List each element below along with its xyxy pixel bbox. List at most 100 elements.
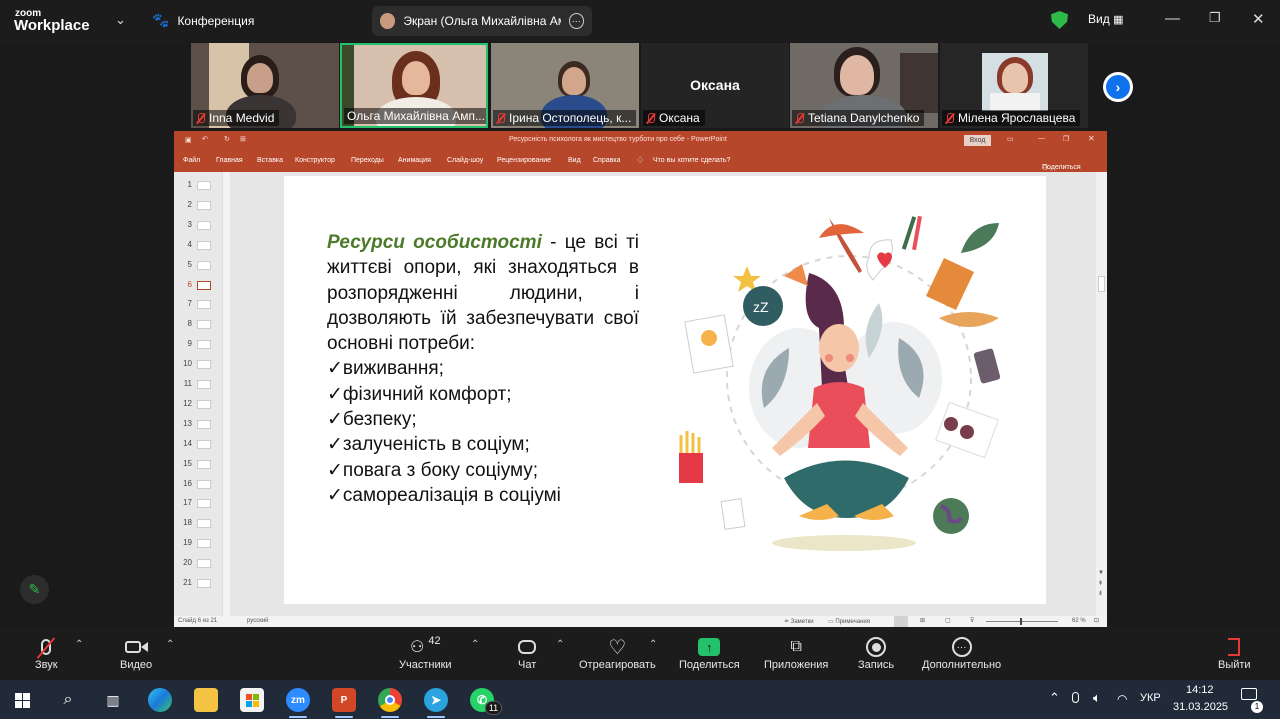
save-icon[interactable]: ▣ bbox=[185, 136, 192, 144]
share-screen-button[interactable]: ↑ Поделиться bbox=[679, 635, 740, 671]
reading-view-icon[interactable]: ▢ bbox=[945, 617, 951, 624]
normal-view-icon[interactable] bbox=[894, 616, 908, 627]
ribbon-display-icon[interactable]: ▭ bbox=[1007, 135, 1014, 143]
slide-thumbnail[interactable]: 21 bbox=[178, 578, 222, 590]
apps-button[interactable]: ⧉ Приложения bbox=[764, 635, 828, 671]
microphone-icon[interactable] bbox=[1072, 692, 1079, 703]
edge-icon[interactable] bbox=[148, 688, 172, 712]
zoom-slider-thumb[interactable] bbox=[1020, 618, 1022, 625]
screen-share-indicator[interactable]: Экран (Ольга Михайлівна Ампі ··· bbox=[372, 6, 592, 36]
notes-button[interactable]: ≐ Заметки bbox=[784, 618, 814, 625]
zoom-app-icon[interactable]: zm bbox=[286, 688, 310, 712]
slide-thumbnail[interactable]: 17 bbox=[178, 498, 222, 510]
participants-options-caret[interactable]: ⌃ bbox=[471, 639, 479, 650]
chat-button[interactable]: Чат bbox=[518, 635, 536, 671]
tab-home[interactable]: Главная bbox=[216, 157, 243, 164]
more-icon[interactable]: ··· bbox=[568, 13, 584, 29]
slide-thumbnail[interactable]: 3 bbox=[178, 220, 222, 232]
close-button[interactable]: ✕ bbox=[1252, 10, 1265, 28]
tab-insert[interactable]: Вставка bbox=[257, 157, 283, 164]
slide-thumbnail[interactable]: 20 bbox=[178, 558, 222, 570]
slide-thumbnail[interactable]: 8 bbox=[178, 319, 222, 331]
slide-thumbnail[interactable]: 1 bbox=[178, 180, 222, 192]
slide-thumbnail[interactable]: 4 bbox=[178, 240, 222, 252]
slideshow-view-icon[interactable]: ⊽ bbox=[970, 617, 974, 624]
next-slide-icon[interactable]: ⇟ bbox=[1098, 590, 1103, 597]
video-tile[interactable]: Tetiana Danylchenko bbox=[790, 43, 938, 128]
spell-check-language[interactable]: русский bbox=[247, 618, 269, 624]
view-button[interactable]: Вид ▦ bbox=[1088, 12, 1123, 26]
comments-button[interactable]: ▭ Примечания bbox=[828, 618, 870, 625]
clock-time[interactable]: 14:12 bbox=[1186, 684, 1214, 696]
shield-icon[interactable] bbox=[1051, 11, 1068, 29]
redo-icon[interactable]: ↻ bbox=[224, 135, 230, 143]
slide-thumbnail[interactable]: 10 bbox=[178, 359, 222, 371]
tab-help[interactable]: Справка bbox=[593, 157, 620, 164]
input-language[interactable]: УКР bbox=[1140, 692, 1161, 704]
slide-thumbnail[interactable]: 7 bbox=[178, 299, 222, 311]
task-view-icon[interactable]: ▥ bbox=[101, 688, 125, 712]
microsoft-store-icon[interactable] bbox=[240, 688, 264, 712]
thumbnails-scrollbar[interactable] bbox=[222, 172, 230, 616]
react-options-caret[interactable]: ⌃ bbox=[649, 639, 657, 650]
fit-slide-icon[interactable]: ⊡ bbox=[1094, 617, 1099, 624]
minimize-button[interactable]: — bbox=[1165, 10, 1180, 27]
present-icon[interactable]: ⊞ bbox=[240, 135, 246, 143]
file-explorer-icon[interactable] bbox=[194, 688, 218, 712]
slide-thumbnail[interactable]: 11 bbox=[178, 379, 222, 391]
show-hidden-icons[interactable]: ⌃ bbox=[1049, 690, 1060, 706]
scrollbar-thumb[interactable] bbox=[1098, 276, 1105, 292]
tab-animation[interactable]: Анимация bbox=[398, 157, 431, 164]
video-tile[interactable]: Inna Medvid bbox=[191, 43, 339, 128]
conference-menu[interactable]: 🐾 Конференция bbox=[152, 12, 254, 29]
ppt-minimize-button[interactable]: — bbox=[1038, 135, 1045, 142]
zoom-slider[interactable] bbox=[986, 621, 1058, 622]
leave-button[interactable]: Выйти bbox=[1218, 635, 1251, 671]
video-tile[interactable]: Ірина Остополець, к... bbox=[491, 43, 639, 128]
maximize-button[interactable]: ❐ bbox=[1209, 10, 1221, 26]
slide-thumbnail[interactable]: 15 bbox=[178, 459, 222, 471]
windows-start-icon[interactable] bbox=[10, 688, 34, 712]
tab-view[interactable]: Вид bbox=[568, 157, 581, 164]
chevron-down-icon[interactable]: ⌄ bbox=[115, 12, 126, 28]
previous-slide-icon[interactable]: ⇞ bbox=[1098, 580, 1103, 587]
network-icon[interactable]: ◠ bbox=[1117, 692, 1127, 706]
slide-thumbnail[interactable]: 9 bbox=[178, 339, 222, 351]
tab-review[interactable]: Рецензирование bbox=[497, 157, 551, 164]
login-button[interactable]: Вход bbox=[964, 135, 991, 146]
audio-options-caret[interactable]: ⌃ bbox=[75, 639, 83, 650]
search-icon[interactable]: ⌕ bbox=[56, 688, 80, 712]
ppt-maximize-button[interactable]: ❐ bbox=[1063, 135, 1069, 143]
powerpoint-app-icon[interactable]: P bbox=[332, 688, 356, 712]
slide-thumbnail[interactable]: 18 bbox=[178, 518, 222, 530]
sorter-view-icon[interactable]: ⊞ bbox=[920, 617, 925, 624]
video-button[interactable]: Видео bbox=[120, 635, 152, 671]
gallery-next-button[interactable]: › bbox=[1103, 72, 1133, 102]
zoom-level[interactable]: 62 % bbox=[1072, 618, 1086, 624]
slide-thumbnail[interactable]: 19 bbox=[178, 538, 222, 550]
tab-transitions[interactable]: Переходы bbox=[351, 157, 384, 164]
record-button[interactable]: Запись bbox=[858, 635, 894, 671]
chat-options-caret[interactable]: ⌃ bbox=[556, 639, 564, 650]
clock-date[interactable]: 31.03.2025 bbox=[1173, 701, 1228, 713]
video-tile-active-speaker[interactable]: Ольга Михайлівна Амп... bbox=[340, 43, 488, 128]
slide-thumbnail[interactable]: 14 bbox=[178, 439, 222, 451]
participants-button[interactable]: ⚇ 42 Участники bbox=[399, 635, 452, 671]
telegram-icon[interactable]: ➤ bbox=[424, 688, 448, 712]
tell-me-input[interactable]: Что вы хотите сделать? bbox=[653, 157, 730, 164]
slide-thumbnail[interactable]: 12 bbox=[178, 399, 222, 411]
notification-icon[interactable] bbox=[1241, 688, 1257, 700]
slide-thumbnail[interactable]: 16 bbox=[178, 479, 222, 491]
tab-slideshow[interactable]: Слайд-шоу bbox=[447, 157, 483, 164]
ppt-close-button[interactable]: ✕ bbox=[1088, 134, 1095, 143]
current-slide[interactable]: Ресурси особистості - це всі ті життєві … bbox=[284, 176, 1046, 604]
video-tile[interactable]: Мілена Ярославцева bbox=[940, 43, 1088, 128]
slide-thumbnail[interactable]: 2 bbox=[178, 200, 222, 212]
annotate-button[interactable]: ✎ bbox=[20, 575, 49, 604]
speaker-icon[interactable]: 🔈︎ bbox=[1093, 690, 1101, 706]
audio-button[interactable]: Звук bbox=[35, 635, 58, 671]
chrome-icon[interactable] bbox=[378, 688, 402, 712]
video-options-caret[interactable]: ⌃ bbox=[166, 639, 174, 650]
slide-thumbnail[interactable]: 13 bbox=[178, 419, 222, 431]
tab-design[interactable]: Конструктор bbox=[295, 157, 335, 164]
